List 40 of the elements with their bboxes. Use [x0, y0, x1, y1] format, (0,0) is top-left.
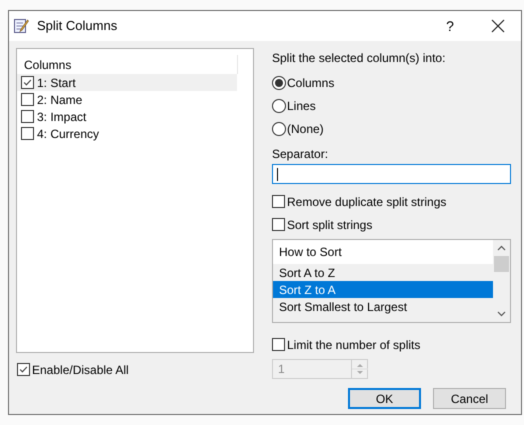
- section-label: Split the selected column(s) into:: [272, 50, 446, 65]
- checkbox-label: Sort split strings: [287, 216, 372, 234]
- checkbox[interactable]: [272, 338, 285, 351]
- checkbox[interactable]: [17, 363, 30, 376]
- list-item[interactable]: Sort Z to A: [273, 281, 493, 298]
- input-field[interactable]: [272, 164, 511, 184]
- close-icon: [491, 19, 505, 33]
- list-header: Columns: [23, 56, 72, 74]
- checkbox[interactable]: [21, 93, 34, 106]
- checkbox[interactable]: [21, 127, 34, 140]
- scroll-down-icon[interactable]: [497, 311, 506, 317]
- radio-button[interactable]: [272, 122, 286, 136]
- list-item[interactable]: 1: Start: [17, 74, 237, 91]
- radio-label: Columns: [287, 74, 334, 92]
- checkbox-label: Limit the number of splits: [287, 336, 420, 354]
- help-button[interactable]: ?: [435, 11, 465, 41]
- list-item[interactable]: 4: Currency: [17, 125, 237, 142]
- checkbox-label: Remove duplicate split strings: [287, 194, 446, 210]
- radio-button[interactable]: [272, 76, 286, 90]
- checkbox-label: Enable/Disable All: [32, 362, 129, 378]
- radio-label: (None): [287, 120, 324, 138]
- list-item[interactable]: 2: Name: [17, 91, 237, 108]
- text-cursor: [277, 168, 278, 180]
- checkbox[interactable]: [21, 110, 34, 123]
- window-title: Split Columns: [37, 17, 118, 36]
- list-header: How to Sort: [273, 240, 493, 264]
- field-label: Separator:: [272, 146, 330, 160]
- checkbox[interactable]: [272, 218, 285, 231]
- dialog-button[interactable]: OK: [348, 388, 421, 409]
- scroll-thumb[interactable]: [494, 256, 509, 272]
- checkbox[interactable]: [21, 76, 34, 89]
- list-item[interactable]: Sort Smallest to Largest: [273, 298, 493, 315]
- list-item[interactable]: Sort A to Z: [273, 264, 493, 281]
- radio-label: Lines: [287, 98, 316, 114]
- dialog-button[interactable]: Cancel: [433, 388, 506, 409]
- list-item[interactable]: 3: Impact: [17, 108, 237, 125]
- checkbox[interactable]: [272, 195, 285, 208]
- notepad-icon: [13, 18, 29, 34]
- scroll-up-icon[interactable]: [497, 245, 506, 251]
- radio-button[interactable]: [272, 98, 286, 112]
